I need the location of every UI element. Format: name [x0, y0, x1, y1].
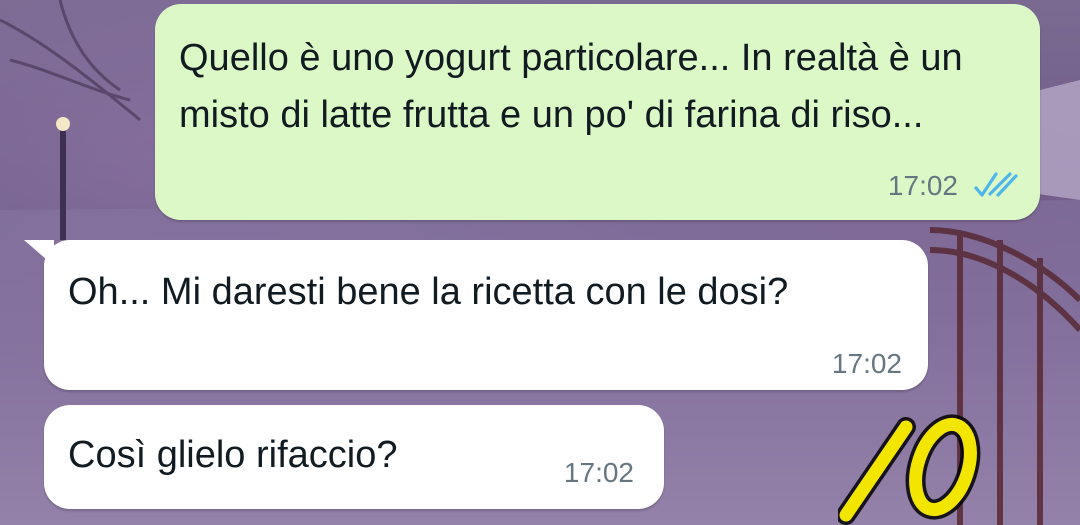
- message-timestamp: 17:02: [831, 348, 902, 379]
- message-text: Oh... Mi daresti bene la ricetta con le …: [68, 271, 789, 313]
- incoming-message-bubble[interactable]: Così glielo rifaccio? 17:02: [44, 405, 664, 509]
- message-timestamp: 17:02: [887, 170, 958, 201]
- incoming-message-bubble[interactable]: Oh... Mi daresti bene la ricetta con le …: [44, 240, 928, 390]
- message-text: Quello è uno yogurt particolare... In re…: [179, 37, 963, 136]
- outgoing-message-bubble[interactable]: Quello è uno yogurt particolare... In re…: [155, 4, 1040, 220]
- message-timestamp: 17:02: [563, 457, 634, 488]
- message-text: Così glielo rifaccio?: [68, 434, 398, 476]
- handwritten-score-annotation: [838, 414, 981, 525]
- double-check-read-icon: [974, 172, 1018, 197]
